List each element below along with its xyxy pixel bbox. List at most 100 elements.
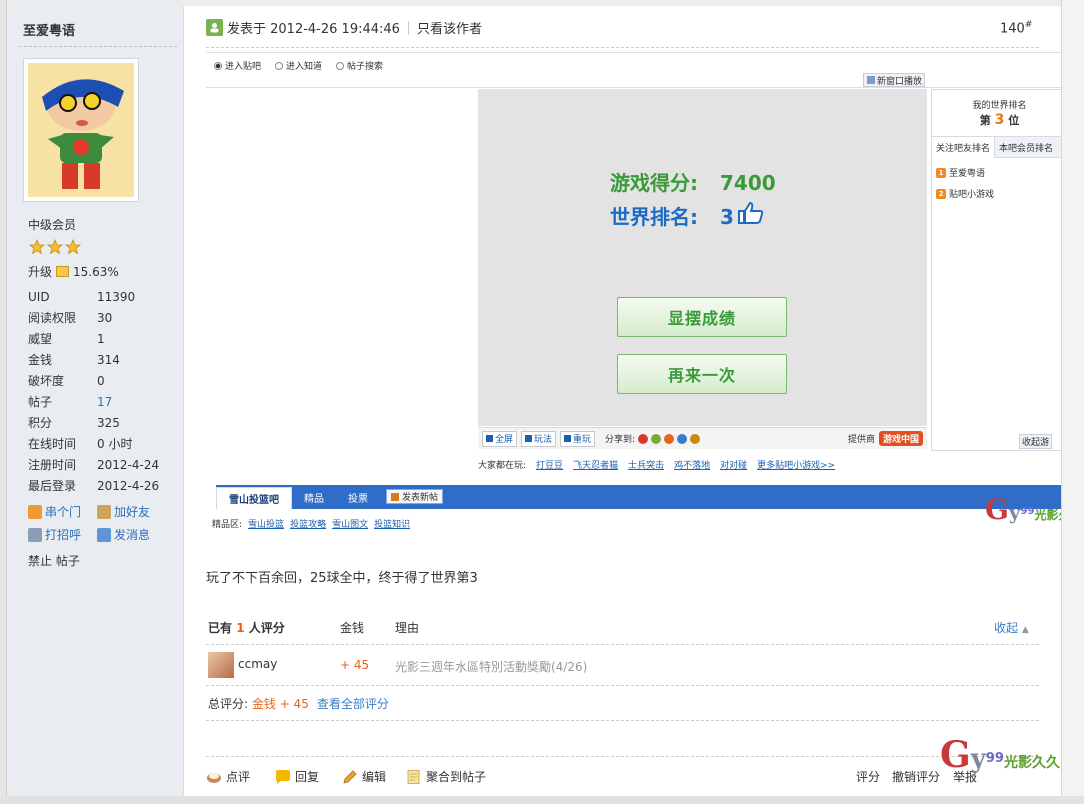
replay-button[interactable]: 重玩 <box>560 430 596 447</box>
tab-members-rank[interactable]: 本吧会员排名 <box>995 137 1057 157</box>
stat-row: 阅读权限 30 <box>28 311 113 325</box>
provider: 提供商 游戏中国 <box>848 431 923 446</box>
rating-amount: + 45 <box>340 658 370 672</box>
add-friend-icon <box>97 504 111 519</box>
stat-row: 破坏度 0 <box>28 374 105 388</box>
search-radios: 进入贴吧 进入知道 帖子搜索 <box>214 59 383 72</box>
tab-vote[interactable]: 投票 <box>336 485 380 509</box>
rating-divider <box>206 685 1039 686</box>
radio-zhidao[interactable]: 进入知道 <box>275 59 322 72</box>
rating-divider <box>206 720 1039 721</box>
rank-panel-title: 我的世界排名 <box>972 101 1027 111</box>
page: 至爱粤语 中级会员 升级 15.63% UID 11390 阅读权限 30 威望… <box>0 0 1084 804</box>
embedded-screenshot: 进入贴吧 进入知道 帖子搜索 新窗口播放 游戏得分: 7400 世界排名: 3 显摆… <box>206 52 1061 544</box>
tab-featured[interactable]: 精品 <box>292 485 336 509</box>
new-post-button[interactable]: 发表新帖 <box>386 489 444 504</box>
share-weibo-icon[interactable] <box>638 433 649 444</box>
rate-button[interactable]: 评分 <box>856 768 880 785</box>
sidebar-divider <box>19 46 177 47</box>
rank-item[interactable]: 1 至爱粤语 <box>936 166 985 179</box>
ban-user-link[interactable]: 禁止 帖子 <box>28 552 80 569</box>
upgrade-progress: 升级 15.63% <box>28 263 119 280</box>
rank-item[interactable]: 2 贴吧小游戏 <box>936 187 994 200</box>
stat-row: 帖子 17 <box>28 395 113 409</box>
posts-count-link[interactable]: 17 <box>97 395 112 409</box>
document-icon <box>406 769 422 784</box>
rank-tabs: 关注吧友排名 本吧会员排名 <box>932 136 1061 158</box>
actions-divider <box>206 756 1039 757</box>
post-time: 发表于 2012-4-26 19:44:46 <box>227 22 400 37</box>
rating-divider <box>206 644 1039 645</box>
upgrade-label: 升级 <box>28 265 53 279</box>
reply-button[interactable]: 回复 <box>275 768 319 785</box>
collapse-rating-link[interactable]: 收起 ▲ <box>994 619 1029 636</box>
upgrade-percent: 15.63% <box>73 264 119 279</box>
subnav-link[interactable]: 雪山图文 <box>332 517 368 530</box>
pencil-icon <box>342 769 358 784</box>
stat-row: 积分 325 <box>28 416 120 430</box>
collapse-game-button[interactable]: 收起游 <box>1019 434 1053 449</box>
pencil-icon <box>391 492 399 501</box>
subnav-link[interactable]: 投篮知识 <box>374 517 410 530</box>
comment-button[interactable]: 点评 <box>206 768 250 785</box>
game-link[interactable]: 鸡不落地 <box>674 458 710 471</box>
game-link[interactable]: 对对碰 <box>720 458 747 471</box>
greet-link[interactable]: 打招呼 <box>28 526 81 543</box>
author-name[interactable]: 至爱粤语 <box>23 20 75 39</box>
game-link[interactable]: 打豆豆 <box>536 458 563 471</box>
share-kaixin-icon[interactable] <box>651 433 662 444</box>
only-author-link[interactable]: 只看该作者 <box>417 18 482 37</box>
edit-button[interactable]: 编辑 <box>342 768 386 785</box>
play-again-button[interactable]: 再来一次 <box>617 354 787 394</box>
share-group: 分享到: <box>605 432 701 445</box>
avatar[interactable] <box>23 58 139 202</box>
provider-logo[interactable]: 游戏中国 <box>878 431 923 446</box>
undo-rate-button[interactable]: 撤销评分 <box>892 768 940 785</box>
thumbs-up-icon <box>736 201 764 228</box>
rating-total: 总评分: 金钱 + 45 查看全部评分 <box>208 697 389 711</box>
subnav-link[interactable]: 投篮攻略 <box>290 517 326 530</box>
radio-search[interactable]: 帖子搜索 <box>336 59 383 72</box>
envelope-icon <box>97 527 111 542</box>
message-link[interactable]: 发消息 <box>97 526 150 543</box>
tab-forum-home[interactable]: 雪山投篮吧 <box>216 487 292 509</box>
aggregate-button[interactable]: 聚合到帖子 <box>406 768 486 785</box>
more-games-link[interactable]: 更多贴吧小游戏>> <box>757 458 835 471</box>
stat-row: 金钱 314 <box>28 353 120 367</box>
floor-number[interactable]: 140# <box>1000 20 1032 36</box>
popup-play-button[interactable]: 新窗口播放 <box>863 73 925 87</box>
game-link[interactable]: 飞天忍者猫 <box>573 458 618 471</box>
view-all-ratings-link[interactable]: 查看全部评分 <box>317 697 389 711</box>
fullscreen-button[interactable]: 全屏 <box>482 430 518 447</box>
rank-stars <box>28 238 83 258</box>
rank-badge-icon: 1 <box>936 167 946 178</box>
comment-icon <box>206 770 222 784</box>
share-qq-icon[interactable] <box>677 433 688 444</box>
upgrade-icon <box>56 266 70 277</box>
star-icon <box>28 238 82 255</box>
author-sidebar: 至爱粤语 中级会员 升级 15.63% UID 11390 阅读权限 30 威望… <box>7 6 184 796</box>
left-edge <box>0 0 7 804</box>
howto-button[interactable]: 玩法 <box>521 430 557 447</box>
rater-name[interactable]: ccmay <box>238 657 277 671</box>
share-people-icon[interactable] <box>690 433 701 444</box>
watermark: Gy99光影久久 <box>940 734 1060 776</box>
game-toolbar: 全屏 玩法 重玩 分享到: 提供商 游戏中国 <box>478 427 927 449</box>
show-score-button[interactable]: 显摆成绩 <box>617 297 787 337</box>
tab-friends-rank[interactable]: 关注吧友排名 <box>932 137 996 158</box>
header-divider-line <box>206 47 1039 48</box>
fullscreen-icon <box>486 435 493 442</box>
share-renren-icon[interactable] <box>664 433 675 444</box>
subnav-link[interactable]: 雪山投篮 <box>248 517 284 530</box>
scrollbar[interactable] <box>1061 0 1084 804</box>
rater-avatar[interactable] <box>208 652 234 678</box>
post-icon <box>206 19 223 36</box>
radio-tieba[interactable]: 进入贴吧 <box>214 59 261 72</box>
stat-row: 威望 1 <box>28 332 105 346</box>
my-rank: 第 3 位 <box>979 112 1020 128</box>
caret-up-icon: ▲ <box>1021 625 1029 635</box>
add-friend-link[interactable]: 加好友 <box>97 503 150 520</box>
visit-link[interactable]: 串个门 <box>28 503 81 520</box>
rank-panel: 我的世界排名 第 3 位 关注吧友排名 本吧会员排名 1 至爱粤语 2 贴吧小游戏 <box>931 89 1061 451</box>
game-link[interactable]: 士兵突击 <box>628 458 664 471</box>
